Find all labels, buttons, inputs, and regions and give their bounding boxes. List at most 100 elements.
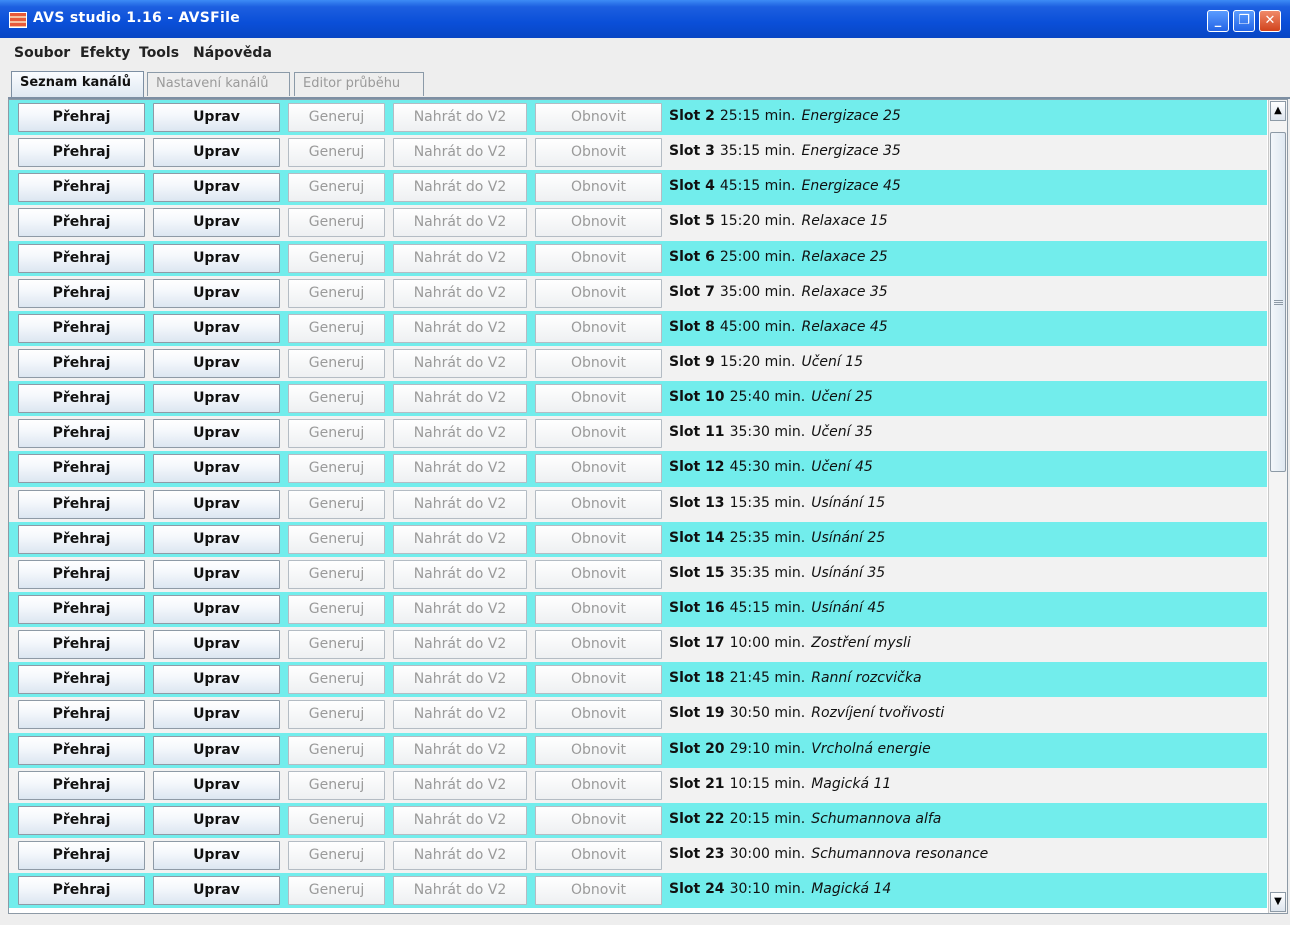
generate-button[interactable]: Generuj xyxy=(288,419,385,449)
generate-button[interactable]: Generuj xyxy=(288,173,385,203)
scroll-thumb[interactable] xyxy=(1270,132,1286,472)
play-button[interactable]: Přehraj xyxy=(18,630,145,660)
edit-button[interactable]: Uprav xyxy=(153,840,280,870)
edit-button[interactable]: Uprav xyxy=(153,208,280,238)
generate-button[interactable]: Generuj xyxy=(288,313,385,343)
generate-button[interactable]: Generuj xyxy=(288,348,385,378)
edit-button[interactable]: Uprav xyxy=(153,594,280,624)
play-button[interactable]: Přehraj xyxy=(18,278,145,308)
edit-button[interactable]: Uprav xyxy=(153,278,280,308)
generate-button[interactable]: Generuj xyxy=(288,805,385,835)
refresh-button[interactable]: Obnovit xyxy=(535,348,662,378)
edit-button[interactable]: Uprav xyxy=(153,138,280,168)
generate-button[interactable]: Generuj xyxy=(288,876,385,906)
refresh-button[interactable]: Obnovit xyxy=(535,173,662,203)
play-button[interactable]: Přehraj xyxy=(18,559,145,589)
refresh-button[interactable]: Obnovit xyxy=(535,594,662,624)
edit-button[interactable]: Uprav xyxy=(153,876,280,906)
upload-button[interactable]: Nahrát do V2 xyxy=(393,840,527,870)
play-button[interactable]: Přehraj xyxy=(18,313,145,343)
play-button[interactable]: Přehraj xyxy=(18,700,145,730)
vertical-scrollbar[interactable]: ▲ ▼ xyxy=(1268,100,1287,913)
play-button[interactable]: Přehraj xyxy=(18,208,145,238)
edit-button[interactable]: Uprav xyxy=(153,805,280,835)
refresh-button[interactable]: Obnovit xyxy=(535,454,662,484)
play-button[interactable]: Přehraj xyxy=(18,876,145,906)
tab-seznam-kanalu[interactable]: Seznam kanálů xyxy=(11,71,144,97)
edit-button[interactable]: Uprav xyxy=(153,665,280,695)
edit-button[interactable]: Uprav xyxy=(153,735,280,765)
play-button[interactable]: Přehraj xyxy=(18,173,145,203)
upload-button[interactable]: Nahrát do V2 xyxy=(393,770,527,800)
play-button[interactable]: Přehraj xyxy=(18,419,145,449)
refresh-button[interactable]: Obnovit xyxy=(535,700,662,730)
generate-button[interactable]: Generuj xyxy=(288,138,385,168)
play-button[interactable]: Přehraj xyxy=(18,138,145,168)
play-button[interactable]: Přehraj xyxy=(18,735,145,765)
generate-button[interactable]: Generuj xyxy=(288,630,385,660)
edit-button[interactable]: Uprav xyxy=(153,630,280,660)
close-button[interactable]: ✕ xyxy=(1259,10,1281,32)
play-button[interactable]: Přehraj xyxy=(18,103,145,132)
refresh-button[interactable]: Obnovit xyxy=(535,384,662,414)
maximize-button[interactable]: ❐ xyxy=(1233,10,1255,32)
refresh-button[interactable]: Obnovit xyxy=(535,243,662,273)
refresh-button[interactable]: Obnovit xyxy=(535,278,662,308)
upload-button[interactable]: Nahrát do V2 xyxy=(393,489,527,519)
generate-button[interactable]: Generuj xyxy=(288,594,385,624)
play-button[interactable]: Přehraj xyxy=(18,665,145,695)
generate-button[interactable]: Generuj xyxy=(288,454,385,484)
refresh-button[interactable]: Obnovit xyxy=(535,103,662,132)
play-button[interactable]: Přehraj xyxy=(18,770,145,800)
generate-button[interactable]: Generuj xyxy=(288,735,385,765)
generate-button[interactable]: Generuj xyxy=(288,103,385,132)
upload-button[interactable]: Nahrát do V2 xyxy=(393,103,527,132)
edit-button[interactable]: Uprav xyxy=(153,419,280,449)
generate-button[interactable]: Generuj xyxy=(288,524,385,554)
upload-button[interactable]: Nahrát do V2 xyxy=(393,243,527,273)
upload-button[interactable]: Nahrát do V2 xyxy=(393,594,527,624)
upload-button[interactable]: Nahrát do V2 xyxy=(393,630,527,660)
tab-editor-prubehu[interactable]: Editor průběhu xyxy=(294,72,424,96)
refresh-button[interactable]: Obnovit xyxy=(535,735,662,765)
generate-button[interactable]: Generuj xyxy=(288,208,385,238)
play-button[interactable]: Přehraj xyxy=(18,454,145,484)
generate-button[interactable]: Generuj xyxy=(288,384,385,414)
refresh-button[interactable]: Obnovit xyxy=(535,665,662,695)
generate-button[interactable]: Generuj xyxy=(288,278,385,308)
refresh-button[interactable]: Obnovit xyxy=(535,630,662,660)
edit-button[interactable]: Uprav xyxy=(153,103,280,132)
upload-button[interactable]: Nahrát do V2 xyxy=(393,173,527,203)
menu-tools[interactable]: Tools xyxy=(139,45,179,61)
upload-button[interactable]: Nahrát do V2 xyxy=(393,278,527,308)
edit-button[interactable]: Uprav xyxy=(153,489,280,519)
upload-button[interactable]: Nahrát do V2 xyxy=(393,559,527,589)
play-button[interactable]: Přehraj xyxy=(18,840,145,870)
upload-button[interactable]: Nahrát do V2 xyxy=(393,384,527,414)
scroll-up-icon[interactable]: ▲ xyxy=(1270,101,1286,121)
refresh-button[interactable]: Obnovit xyxy=(535,559,662,589)
upload-button[interactable]: Nahrát do V2 xyxy=(393,313,527,343)
minimize-button[interactable]: _ xyxy=(1207,10,1229,32)
upload-button[interactable]: Nahrát do V2 xyxy=(393,700,527,730)
play-button[interactable]: Přehraj xyxy=(18,805,145,835)
upload-button[interactable]: Nahrát do V2 xyxy=(393,665,527,695)
generate-button[interactable]: Generuj xyxy=(288,840,385,870)
play-button[interactable]: Přehraj xyxy=(18,243,145,273)
play-button[interactable]: Přehraj xyxy=(18,489,145,519)
play-button[interactable]: Přehraj xyxy=(18,594,145,624)
upload-button[interactable]: Nahrát do V2 xyxy=(393,348,527,378)
refresh-button[interactable]: Obnovit xyxy=(535,524,662,554)
upload-button[interactable]: Nahrát do V2 xyxy=(393,805,527,835)
edit-button[interactable]: Uprav xyxy=(153,173,280,203)
upload-button[interactable]: Nahrát do V2 xyxy=(393,138,527,168)
generate-button[interactable]: Generuj xyxy=(288,700,385,730)
menu-soubor[interactable]: Soubor xyxy=(14,45,70,61)
edit-button[interactable]: Uprav xyxy=(153,700,280,730)
edit-button[interactable]: Uprav xyxy=(153,524,280,554)
tab-nastaveni-kanalu[interactable]: Nastavení kanálů xyxy=(147,72,290,96)
menu-efekty[interactable]: Efekty xyxy=(80,45,130,61)
scroll-down-icon[interactable]: ▼ xyxy=(1270,892,1286,912)
edit-button[interactable]: Uprav xyxy=(153,384,280,414)
upload-button[interactable]: Nahrát do V2 xyxy=(393,524,527,554)
